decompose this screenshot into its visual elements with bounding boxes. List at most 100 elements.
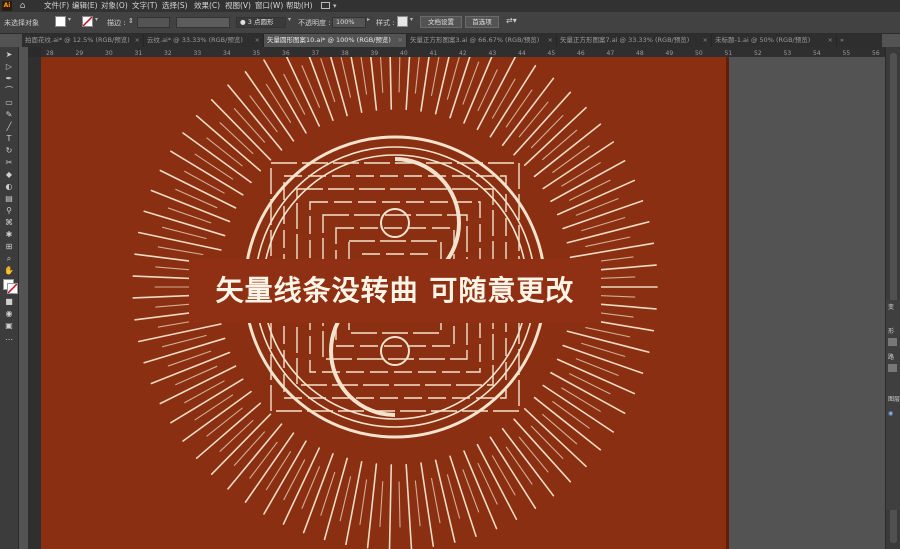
- horizontal-ruler[interactable]: 28 29 30 31 32 33 34 35 36 37 38 39 40 41 42 43 44 45 46 47…: [41, 47, 885, 57]
- close-icon[interactable]: ×: [828, 34, 833, 47]
- artboard[interactable]: 矢量线条没转曲 可随意更改: [41, 57, 729, 549]
- menu-type[interactable]: 文字(T): [132, 0, 157, 12]
- eye-icon[interactable]: ◉: [888, 410, 893, 417]
- vertical-ruler[interactable]: [28, 57, 41, 549]
- shape-panel-label[interactable]: 形: [888, 326, 894, 335]
- ruler-tick: 49: [665, 50, 674, 57]
- ruler-tick: 43: [488, 50, 497, 57]
- gradient-tool-icon[interactable]: ▤: [3, 194, 15, 204]
- close-icon[interactable]: ×: [135, 34, 140, 47]
- opacity-label: 不透明度 :: [298, 19, 331, 27]
- direct-selection-tool-icon[interactable]: ▷: [3, 62, 15, 72]
- tab-document[interactable]: 拍面花纹.ai* @ 12.5% (RGB/预览) ×: [22, 34, 144, 47]
- panel-icon[interactable]: [888, 338, 897, 346]
- yin-yang-dot: [380, 336, 410, 366]
- menu-window[interactable]: 窗口(W): [255, 0, 283, 12]
- preferences-button[interactable]: 首选项: [465, 16, 499, 28]
- type-tool-icon[interactable]: T: [3, 134, 15, 144]
- ruler-tick: 30: [105, 50, 113, 57]
- ruler-tick: 56: [872, 50, 880, 57]
- artboard-tool-icon[interactable]: ⊞: [3, 242, 15, 252]
- tab-document[interactable]: 云纹.ai* @ 33.33% (RGB/预览) ×: [144, 34, 264, 47]
- close-icon[interactable]: ×: [703, 34, 708, 47]
- style-dropdown-icon[interactable]: ▾: [410, 16, 413, 23]
- panel-icon[interactable]: [888, 364, 897, 372]
- zoom-tool-icon[interactable]: ⌕: [3, 254, 15, 264]
- eyedropper-tool-icon[interactable]: ⚲: [3, 206, 15, 216]
- menu-object[interactable]: 对象(O): [101, 0, 128, 12]
- ruler-corner: [28, 47, 41, 57]
- menu-edit[interactable]: 编辑(E): [72, 0, 98, 12]
- home-icon[interactable]: ⌂: [17, 1, 28, 11]
- blend-tool-icon[interactable]: ⌘: [3, 218, 15, 228]
- menu-view[interactable]: 视图(V): [225, 0, 251, 12]
- path-panel-label[interactable]: 路: [888, 352, 894, 361]
- tab-document[interactable]: 矢量正方形图案3.ai @ 66.67% (RGB/预览) ×: [407, 34, 557, 47]
- transform-panel-label[interactable]: 变: [888, 302, 894, 311]
- scissors-tool-icon[interactable]: ✂: [3, 158, 15, 168]
- menu-select[interactable]: 选择(S): [162, 0, 188, 12]
- document-setup-button[interactable]: 文档设置: [420, 16, 462, 28]
- ruler-tick: 46: [577, 50, 585, 57]
- rotate-tool-icon[interactable]: ↻: [3, 146, 15, 156]
- stroke-dropdown-icon[interactable]: ▾: [95, 16, 98, 23]
- fill-swatch[interactable]: [55, 16, 66, 27]
- close-icon[interactable]: ×: [548, 34, 553, 47]
- stroke-swatch[interactable]: [82, 16, 93, 27]
- style-label: 样式 :: [376, 19, 395, 27]
- control-bar: 未选择对象 ▾ ▾ 描边 : ⇕ ● 3 点圆形 ▾ 不透明度 : 100% ▸…: [0, 12, 900, 34]
- paintbrush-tool-icon[interactable]: ✎: [3, 110, 15, 120]
- symbol-sprayer-tool-icon[interactable]: ✱: [3, 230, 15, 240]
- tab-overflow-icon[interactable]: »: [837, 34, 882, 47]
- opacity-dropdown-icon[interactable]: ▸: [367, 16, 370, 23]
- layers-panel-label[interactable]: 图层: [888, 394, 900, 403]
- pen-tool-icon[interactable]: ✒: [3, 74, 15, 84]
- tab-label: 矢量正方形图案3.ai @ 66.67% (RGB/预览): [410, 36, 540, 44]
- ruler-tick: 37: [311, 50, 320, 57]
- rectangle-tool-icon[interactable]: ▭: [3, 98, 15, 108]
- ruler-tick: 38: [341, 50, 349, 57]
- close-icon[interactable]: ×: [255, 34, 260, 47]
- shape-builder-tool-icon[interactable]: ◐: [3, 182, 15, 192]
- tab-document[interactable]: 矢量正方形图案7.ai @ 33.33% (RGB/预览) ×: [557, 34, 712, 47]
- screen-mode-icon[interactable]: ▣: [3, 321, 15, 331]
- none-color-icon: [8, 284, 17, 293]
- stroke-label: 描边 :: [107, 19, 126, 27]
- brush-dropdown-icon[interactable]: ▾: [288, 16, 291, 23]
- menu-effect[interactable]: 效果(C): [194, 0, 220, 12]
- ruler-tick: 29: [75, 50, 84, 57]
- stroke-color-icon[interactable]: [7, 283, 18, 294]
- opacity-field[interactable]: 100%: [332, 17, 366, 28]
- tab-document[interactable]: 未标题-1.ai @ 50% (RGB/预览) ×: [712, 34, 837, 47]
- tab-active-document[interactable]: 矢量圆形图案10.ai* @ 100% (RGB/预览) ×: [264, 34, 407, 47]
- menu-file[interactable]: 文件(F): [44, 0, 69, 12]
- selection-tool-icon[interactable]: ➤: [3, 50, 15, 60]
- no-stroke-icon: [83, 17, 92, 26]
- close-icon[interactable]: ×: [398, 34, 403, 47]
- drawing-mode-icon[interactable]: ◉: [3, 309, 15, 319]
- tab-label: 矢量圆形图案10.ai* @ 100% (RGB/预览): [267, 36, 391, 44]
- arrange-icon[interactable]: ⇄▾: [506, 16, 517, 25]
- menu-help[interactable]: 帮助(H): [286, 0, 313, 12]
- fill-dropdown-icon[interactable]: ▾: [68, 16, 71, 23]
- ruler-tick: 52: [754, 50, 762, 57]
- line-tool-icon[interactable]: ╱: [3, 122, 15, 132]
- chevron-down-icon[interactable]: ▾: [333, 0, 337, 12]
- ruler-tick: 48: [636, 50, 644, 57]
- ruler-tick: 32: [164, 50, 172, 57]
- stroke-weight-field[interactable]: [137, 17, 170, 28]
- eraser-tool-icon[interactable]: ◆: [3, 170, 15, 180]
- workspace-grid-icon[interactable]: [321, 2, 330, 9]
- ruler-tick: 42: [459, 50, 467, 57]
- more-tools-icon[interactable]: ⋯: [3, 335, 15, 345]
- ruler-tick: 34: [223, 50, 231, 57]
- style-swatch[interactable]: [397, 16, 408, 27]
- ruler-tick: 31: [134, 50, 143, 57]
- stroke-stepper-icon[interactable]: ⇕: [128, 17, 134, 25]
- curvature-tool-icon[interactable]: ⌒: [3, 86, 15, 96]
- headline-text: 矢量线条没转曲 可随意更改: [215, 274, 575, 307]
- color-mode-icon[interactable]: ■: [3, 297, 15, 307]
- brush-select[interactable]: ● 3 点圆形: [236, 17, 286, 28]
- hand-tool-icon[interactable]: ✋: [3, 266, 15, 276]
- variable-width-field[interactable]: [176, 17, 230, 28]
